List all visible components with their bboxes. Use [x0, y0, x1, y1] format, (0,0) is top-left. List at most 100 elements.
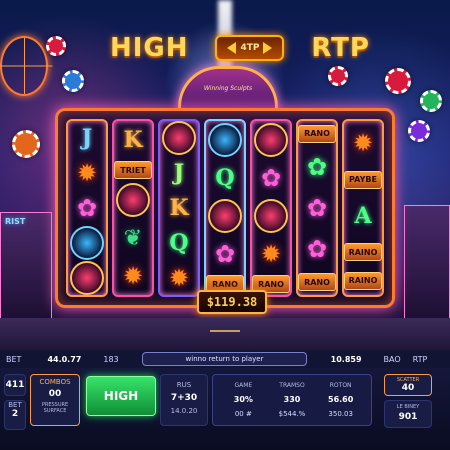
- leaf-icon: ❦: [123, 225, 143, 251]
- letter-symbol: A: [354, 202, 372, 229]
- slot-cabinet: J ✹ ✿ K TRIET ❦ ✹ J K Q ✹ Q ✿ RANO ✿ ✹ RANO RANO ✿ ✿ ✿ RANO ✹ P…: [55, 108, 395, 308]
- right-box-2-label: LE BINEY: [396, 404, 420, 410]
- flower-icon: ✿: [76, 193, 98, 222]
- reel-7: ✹ PAYBE A RAINO RAINO: [342, 119, 384, 297]
- arrow-right-icon: [263, 42, 273, 54]
- stat-sub: $544.%: [278, 410, 306, 418]
- tag-symbol: RAINO: [344, 243, 382, 262]
- reel-3: J K Q ✹: [158, 119, 200, 297]
- stat-col-game: GAME 30% 00 #: [219, 379, 268, 421]
- bet-value: 44.0.77: [47, 354, 82, 364]
- casino-chip-icon: [12, 130, 40, 158]
- title-left-word: HIGH: [110, 33, 189, 63]
- bet-summary-sub: 14.0.20: [170, 407, 198, 415]
- reel-2: K TRIET ❦ ✹: [112, 119, 154, 297]
- bag-label: BAO: [383, 354, 401, 364]
- scatter-box[interactable]: SCATTER 40: [384, 374, 432, 396]
- stat-head: GAME: [234, 382, 253, 389]
- stat-head: ROTON: [329, 382, 352, 389]
- blue-orb-icon: [70, 225, 104, 260]
- casino-chip-icon: [46, 36, 66, 56]
- arrow-left-icon: [227, 42, 237, 54]
- reel-4: Q ✿ RANO: [204, 119, 246, 297]
- flame-icon: ✹: [76, 159, 98, 188]
- letter-symbol: K: [169, 194, 189, 221]
- bet-summary-value: 7+30: [170, 393, 198, 403]
- stat-sub: 350.03: [328, 410, 353, 418]
- tag-symbol: RANO: [298, 273, 336, 292]
- left-building: RIST: [0, 212, 52, 320]
- green-flower-icon: ✿: [306, 152, 328, 181]
- flower-icon: ✿: [306, 235, 328, 264]
- letter-symbol: K: [123, 127, 143, 153]
- orb-icon: [162, 121, 196, 156]
- left-box-1[interactable]: 411: [4, 374, 26, 396]
- stat-value: 30%: [233, 395, 253, 404]
- bet-summary-head: RUS: [176, 381, 192, 389]
- flame-icon: ✹: [122, 262, 144, 290]
- stat-head: TRAMSO: [279, 382, 305, 389]
- casino-chip-icon: [420, 90, 442, 112]
- right-box-2[interactable]: LE BINEY 901: [384, 400, 432, 428]
- stat-sub: 00 #: [234, 410, 252, 418]
- orb-icon: [254, 123, 288, 157]
- letter-symbol: Q: [215, 165, 235, 191]
- flower-icon: ✿: [214, 240, 236, 268]
- title-bar: HIGH 4TP RTP: [110, 28, 370, 68]
- left-box-1-value: 411: [5, 380, 25, 390]
- letter-symbol: J: [173, 160, 185, 187]
- combos-value: 00: [48, 389, 62, 399]
- blue-orb-icon: [208, 123, 242, 157]
- orb-icon: [70, 260, 104, 295]
- casino-chip-icon: [408, 120, 430, 142]
- title-right-word: RTP: [311, 33, 370, 63]
- casino-chip-icon: [328, 66, 348, 86]
- left-box-2-value: 2: [11, 409, 19, 419]
- high-button[interactable]: HIGH: [86, 376, 156, 416]
- stat-col-roton: ROTON 56.60 350.03: [316, 379, 365, 421]
- scatter-value: 40: [401, 383, 415, 393]
- tag-symbol: TRIET: [114, 161, 152, 179]
- road-line: [210, 330, 240, 332]
- building-sign: RIST: [5, 217, 26, 226]
- tag-symbol: RANO: [298, 124, 336, 143]
- stat-value: 56.60: [328, 395, 354, 404]
- cabinet-marquee: Winning Sculpts: [178, 66, 278, 112]
- right-building: [404, 205, 450, 320]
- marquee-text: Winning Sculpts: [203, 85, 253, 92]
- reel-5: ✿ ✹ RANO: [250, 119, 292, 297]
- stat-value: 330: [283, 395, 301, 404]
- letter-symbol: J: [81, 125, 93, 152]
- orb-icon: [116, 183, 150, 217]
- combos-box[interactable]: COMBOS 00 PRESSURE SURFACE: [30, 374, 80, 426]
- left-box-2[interactable]: BET 2: [4, 400, 26, 430]
- strip-right-value: 10.859: [330, 354, 362, 364]
- tag-symbol: PAYBE: [344, 170, 382, 189]
- reel-1: J ✹ ✿: [66, 119, 108, 297]
- bet-label: BET: [6, 354, 22, 364]
- reel-grid: J ✹ ✿ K TRIET ❦ ✹ J K Q ✹ Q ✿ RANO ✿ ✹ RANO RANO ✿ ✿ ✿ RANO ✹ P…: [66, 119, 384, 297]
- left-box-2-label: BET: [8, 401, 22, 409]
- flame-icon: ✹: [260, 240, 282, 268]
- jackpot-counter: $119.38: [197, 290, 267, 314]
- combos-sub: PRESSURE SURFACE: [41, 402, 69, 414]
- reel-6: RANO ✿ ✿ ✿ RANO: [296, 119, 338, 297]
- flower-icon: ✿: [306, 193, 328, 222]
- tag-symbol: RAINO: [344, 271, 382, 290]
- stat-col-tramso: TRAMSO 330 $544.%: [268, 379, 317, 421]
- bet-summary-box: RUS 7+30 14.0.20: [160, 374, 208, 426]
- letter-symbol: Q: [169, 229, 189, 256]
- flower-icon: ✿: [260, 164, 282, 192]
- title-badge: 4TP: [215, 35, 285, 61]
- casino-chip-icon: [385, 68, 411, 94]
- flame-icon: ✹: [352, 129, 374, 158]
- rtp-label: RTP: [412, 354, 428, 364]
- title-badge-text: 4TP: [240, 43, 260, 53]
- strip-mid-label: 183: [103, 354, 119, 364]
- orb-icon: [254, 199, 288, 233]
- casino-chip-icon: [62, 70, 84, 92]
- combos-label: COMBOS: [39, 378, 71, 386]
- rtp-banner: winno return to player: [142, 352, 307, 366]
- stats-table: GAME 30% 00 # TRAMSO 330 $544.% ROTON 56…: [212, 374, 372, 426]
- flame-icon: ✹: [168, 263, 190, 292]
